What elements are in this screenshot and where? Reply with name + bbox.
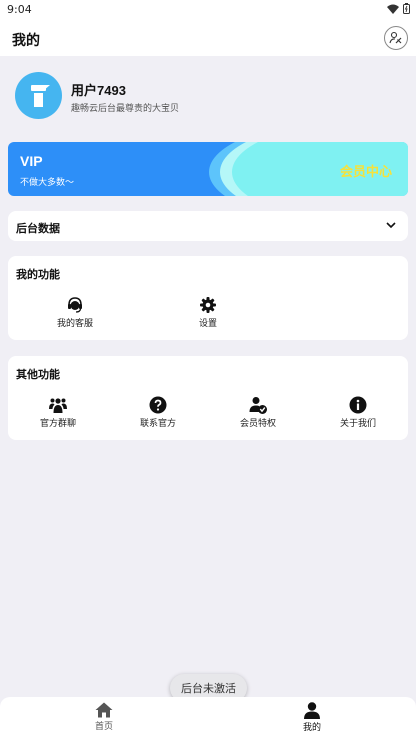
backend-data-label: 后台数据	[16, 223, 60, 235]
user-icon	[304, 702, 320, 719]
battery-icon	[403, 3, 410, 14]
app-bar: 我的	[0, 20, 416, 56]
info-icon	[349, 396, 367, 414]
other-functions-card: 其他功能 官方群聊 联系官方 会员特权 关于我们	[8, 356, 408, 440]
username: 用户7493	[71, 83, 126, 98]
grid-item-label: 关于我们	[339, 418, 376, 428]
vip-card[interactable]: VIP 不做大多数～ 会员中心	[8, 142, 408, 196]
grid-item-settings[interactable]: 设置	[158, 296, 258, 329]
user-motto: 趣畅云后台最尊贵的大宝贝	[71, 103, 180, 113]
avatar[interactable]	[15, 72, 62, 119]
grid-item-customer-service[interactable]: 我的客服	[25, 296, 125, 329]
grid-item-contact-official[interactable]: 联系官方	[108, 396, 208, 429]
nav-item-home[interactable]: 首页	[74, 702, 134, 732]
grid-item-label: 官方群聊	[39, 418, 76, 428]
grid-item-label: 联系官方	[139, 418, 176, 428]
help-icon	[149, 396, 167, 414]
status-time: 9:04	[7, 3, 32, 16]
edit-profile-button[interactable]	[384, 26, 408, 50]
my-functions-card: 我的功能 我的客服 设置	[8, 256, 408, 340]
avatar-logo-icon	[31, 85, 50, 107]
vip-user-icon	[249, 397, 267, 414]
group-chat-icon	[49, 398, 67, 413]
grid-item-label: 会员特权	[239, 418, 276, 428]
my-functions-title: 我的功能	[16, 269, 60, 281]
customer-service-icon	[68, 297, 82, 313]
grid-item-label: 设置	[198, 318, 217, 328]
nav-item-label: 我的	[302, 722, 321, 732]
backend-data-row[interactable]: 后台数据	[8, 211, 408, 241]
home-icon	[95, 702, 113, 718]
vip-title: VIP	[20, 153, 43, 169]
grid-item-label: 我的客服	[56, 318, 93, 328]
other-functions-title: 其他功能	[16, 369, 60, 381]
chevron-down-icon	[386, 222, 396, 229]
nav-item-label: 首页	[94, 721, 113, 731]
status-bar: 9:04	[0, 0, 416, 20]
wifi-icon	[387, 4, 399, 14]
status-icons	[387, 3, 410, 14]
grid-item-about-us[interactable]: 关于我们	[308, 396, 408, 429]
member-center-link[interactable]: 会员中心	[340, 161, 392, 180]
nav-item-mine[interactable]: 我的	[282, 702, 342, 733]
grid-item-member-privileges[interactable]: 会员特权	[208, 396, 308, 429]
vip-subtitle: 不做大多数～	[20, 177, 75, 187]
grid-item-group-chat[interactable]: 官方群聊	[8, 396, 108, 429]
profile-section[interactable]: 用户7493 趣畅云后台最尊贵的大宝贝	[15, 72, 405, 120]
edit-profile-icon	[389, 31, 402, 44]
gear-icon	[200, 297, 216, 313]
page-title: 我的	[12, 32, 40, 48]
bottom-nav: 首页 我的	[0, 697, 416, 740]
